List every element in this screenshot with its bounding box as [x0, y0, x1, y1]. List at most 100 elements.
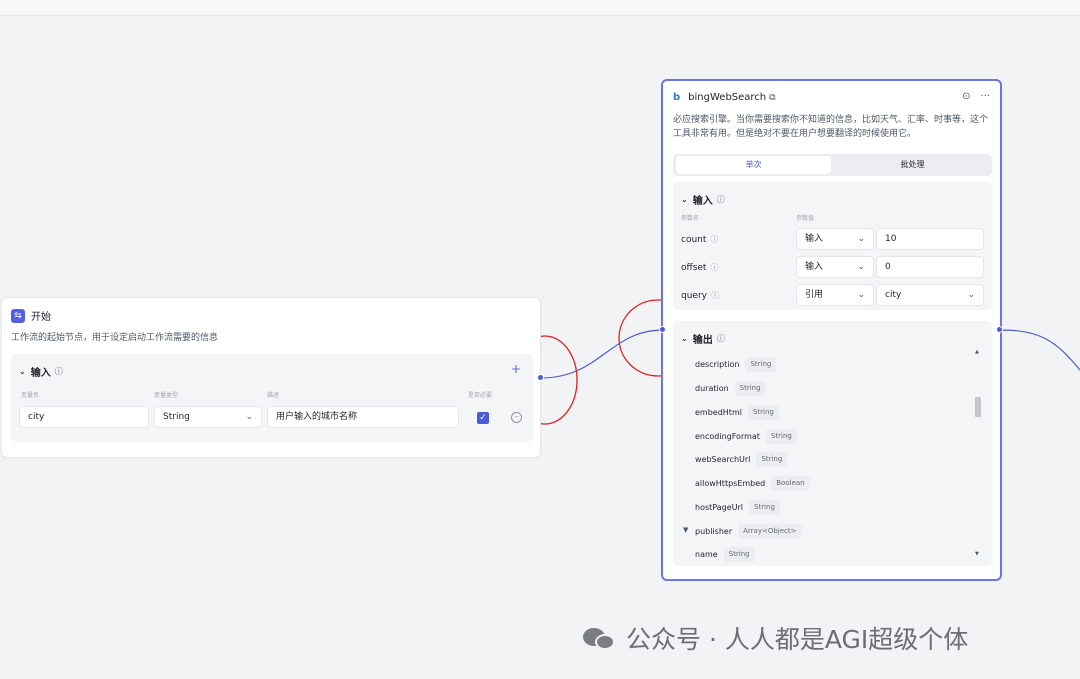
tool-input-section-header[interactable]: ⌄ 输入 ⓘ — [681, 192, 725, 207]
tool-node-title: bingWebSearch — [688, 92, 767, 103]
remove-variable-icon[interactable]: – — [511, 412, 522, 423]
copy-icon[interactable]: ⧉ — [769, 93, 775, 103]
column-header-description: 描述 — [267, 392, 280, 399]
output-field-row: name String — [695, 547, 755, 562]
output-field-row: encodingFormat String — [695, 429, 797, 444]
param-mode-value: 引用 — [805, 290, 824, 300]
tool-node-header: b bingWebSearch ⧉ — [673, 92, 776, 103]
variable-type-value: String — [163, 412, 190, 422]
output-field-row[interactable]: publisher Array<Object> — [695, 524, 802, 539]
output-field-name: duration — [695, 384, 729, 393]
variable-name-input[interactable]: city — [19, 406, 149, 428]
output-field-name: encodingFormat — [695, 432, 760, 441]
param-mode-value: 输入 — [805, 234, 824, 244]
tab-single[interactable]: 单次 — [676, 156, 831, 174]
info-icon: ⓘ — [710, 235, 719, 244]
tool-node-description: 必应搜索引擎。当你需要搜索你不知道的信息，比如天气、汇率、时事等，这个工具非常有… — [673, 115, 989, 139]
param-count-input[interactable]: 10 — [876, 228, 984, 250]
required-checkbox[interactable]: ✓ — [477, 412, 489, 424]
param-offset-mode-select[interactable]: 输入 ⌄ — [796, 256, 874, 278]
param-name-text: query — [681, 290, 707, 301]
info-icon: ⓘ — [710, 263, 719, 272]
output-field-row: description String — [695, 357, 777, 372]
start-node[interactable]: ⇆ 开始 工作流的起始节点，用于设定启动工作流需要的信息 ⌄ 输入 ⓘ + 变量… — [1, 297, 541, 458]
watermark: 公众号 · 人人都是AGI超级个体 — [583, 620, 968, 656]
scrollbar-thumb[interactable] — [975, 397, 981, 417]
output-field-type: String — [723, 547, 755, 562]
collapse-triangle-icon[interactable]: ▼ — [683, 526, 688, 534]
output-field-row: webSearchUrl String — [695, 452, 788, 467]
bing-web-search-node[interactable]: b bingWebSearch ⧉ ⊙ ··· 必应搜索引擎。当你需要搜索你不知… — [661, 79, 1002, 581]
variable-type-select[interactable]: String ⌄ — [154, 406, 262, 428]
input-section-label: 输入 — [30, 368, 51, 379]
info-icon: ⓘ — [716, 195, 725, 204]
output-scrollbar[interactable]: ▲ ▼ — [972, 349, 984, 559]
tool-output-section-header[interactable]: ⌄ 输出 ⓘ — [681, 331, 725, 346]
tool-input-label: 输入 — [692, 196, 713, 207]
output-field-name: description — [695, 360, 740, 369]
start-node-header: ⇆ 开始 — [11, 308, 51, 323]
tool-input-panel: ⌄ 输入 ⓘ 参数名 参数值 count ⓘ 输入 ⌄ 10 offset ⓘ … — [673, 182, 992, 310]
output-field-type: String — [749, 500, 780, 515]
param-count-mode-select[interactable]: 输入 ⌄ — [796, 228, 874, 250]
tool-output-label: 输出 — [692, 335, 713, 346]
param-offset-input[interactable]: 0 — [876, 256, 984, 278]
watermark-text: 公众号 · 人人都是AGI超级个体 — [626, 625, 969, 654]
output-field-row: embedHtml String — [695, 405, 779, 420]
scroll-up-arrow-icon[interactable]: ▲ — [975, 349, 979, 355]
column-header-required: 是否必要 — [468, 392, 493, 399]
variable-description-input[interactable]: 用户输入的城市名称 — [267, 406, 459, 428]
output-field-type: String — [765, 429, 797, 444]
param-value-header: 参数值 — [796, 215, 815, 222]
tab-batch[interactable]: 批处理 — [835, 156, 990, 174]
run-icon[interactable]: ⊙ — [962, 91, 970, 102]
output-field-row: duration String — [695, 381, 766, 396]
add-variable-icon[interactable]: + — [511, 362, 521, 376]
param-mode-value: 输入 — [805, 262, 824, 272]
scroll-down-arrow-icon[interactable]: ▼ — [975, 551, 979, 557]
param-name-header: 参数名 — [681, 215, 700, 222]
info-icon: ⓘ — [54, 367, 63, 376]
tool-output-panel: ⌄ 输出 ⓘ description String duration Strin… — [673, 321, 992, 566]
chevron-down-icon: ⌄ — [245, 412, 253, 422]
param-query-label: query ⓘ — [681, 290, 719, 301]
output-field-type: String — [734, 381, 766, 396]
output-field-type: String — [745, 357, 777, 372]
chevron-down-icon: ⌄ — [857, 234, 865, 244]
top-toolbar — [0, 0, 1080, 16]
output-field-type: String — [747, 405, 779, 420]
output-field-name: hostPageUrl — [695, 503, 744, 512]
chevron-down-icon[interactable]: ⌄ — [681, 195, 688, 204]
param-name-text: offset — [681, 262, 707, 273]
output-field-name: name — [695, 550, 718, 559]
tool-input-port[interactable] — [659, 326, 666, 333]
more-options-icon[interactable]: ··· — [980, 91, 990, 102]
wechat-icon — [583, 624, 617, 652]
tool-node-actions: ⊙ ··· — [962, 91, 990, 102]
input-section-header[interactable]: ⌄ 输入 ⓘ — [19, 364, 63, 379]
param-query-reference-select[interactable]: city ⌄ — [876, 284, 984, 306]
column-header-name: 变量名 — [21, 392, 40, 399]
param-offset-label: offset ⓘ — [681, 262, 718, 273]
start-flow-icon: ⇆ — [11, 308, 25, 323]
output-field-type: Boolean — [771, 476, 810, 491]
param-query-mode-select[interactable]: 引用 ⌄ — [796, 284, 874, 306]
chevron-down-icon: ⌄ — [857, 290, 865, 300]
chevron-down-icon: ⌄ — [857, 262, 865, 272]
chevron-down-icon: ⌄ — [967, 290, 975, 300]
output-field-name: webSearchUrl — [695, 455, 751, 464]
connection-edge — [540, 329, 664, 379]
chevron-down-icon[interactable]: ⌄ — [19, 367, 26, 376]
start-node-description: 工作流的起始节点，用于设定启动工作流需要的信息 — [11, 333, 219, 343]
start-output-port[interactable] — [537, 374, 544, 381]
outgoing-edge — [999, 329, 1080, 371]
param-count-label: count ⓘ — [681, 234, 718, 245]
output-field-row: hostPageUrl String — [695, 500, 780, 515]
output-field-name: embedHtml — [695, 408, 742, 417]
chevron-down-icon[interactable]: ⌄ — [681, 334, 688, 343]
output-field-name: publisher — [695, 527, 733, 536]
tool-output-port[interactable] — [996, 326, 1003, 333]
info-icon: ⓘ — [710, 291, 719, 300]
output-field-type: Array<Object> — [738, 524, 802, 539]
info-icon: ⓘ — [716, 334, 725, 343]
